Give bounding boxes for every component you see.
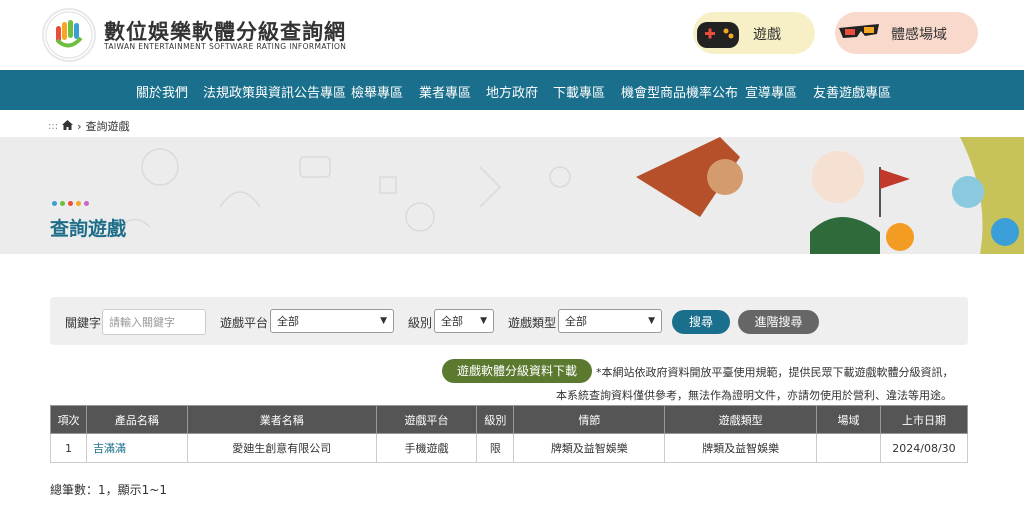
cell-index: 1 [50,433,87,463]
accesskey-marker[interactable]: ::: [48,121,58,132]
chevron-right-icon: › [77,119,82,133]
nav-friendly-games[interactable]: 友善遊戲專區 [813,82,891,101]
3d-glasses-icon [835,14,885,58]
result-count: 總筆數：1，顯示1~1 [50,483,167,497]
type-select[interactable]: 全部 ▼ [558,309,662,333]
cell-rating: 限 [476,433,515,463]
breadcrumb-current[interactable]: 查詢遊戲 [86,118,130,134]
nav-report[interactable]: 檢舉專區 [351,82,403,101]
col-index: 項次 [50,405,87,434]
rating-select[interactable]: 全部 ▼ [434,309,494,333]
vr-venue-link[interactable]: 體感場域 [835,12,978,54]
table-header-row: 項次 產品名稱 業者名稱 遊戲平台 級別 情節 遊戲類型 場域 上市日期 [50,405,969,434]
col-content: 情節 [513,405,666,434]
keyword-input[interactable]: 請輸入關鍵字 [102,309,206,335]
cell-release-date: 2024/08/30 [879,433,969,463]
col-game-type: 遊戲類型 [664,405,818,434]
vr-venue-link-label: 體感場域 [891,27,947,43]
col-platform: 遊戲平台 [375,405,478,434]
nav-about[interactable]: 關於我們 [136,82,188,101]
search-button[interactable]: 搜尋 [672,310,730,334]
page-banner: 查詢遊戲 [0,137,1024,254]
banner-dots [52,201,89,206]
chevron-down-icon: ▼ [480,316,487,326]
col-venue: 場域 [816,405,881,434]
cell-content: 牌類及益智娛樂 [513,433,666,463]
rating-label: 級別 [408,316,433,330]
keyword-placeholder: 請輸入關鍵字 [109,316,175,329]
cell-platform: 手機遊戲 [375,433,478,463]
col-release-date: 上市日期 [879,405,969,434]
game-link[interactable]: 遊戲 [693,12,815,54]
main-nav: 關於我們 法規政策與資訊公告專區 檢舉專區 業者專區 地方政府 下載專區 機會型… [0,70,1024,110]
type-label: 遊戲類型 [508,316,557,330]
game-link-label: 遊戲 [753,27,781,43]
type-selected: 全部 [565,315,587,328]
nav-downloads[interactable]: 下載專區 [553,82,605,101]
cell-venue [816,433,881,463]
site-header: 數位娛樂軟體分級查詢網 TAIWAN ENTERTAINMENT SOFTWAR… [0,0,1024,70]
site-logo-icon[interactable] [42,8,96,62]
nav-local-government[interactable]: 地方政府 [486,82,538,101]
col-company: 業者名稱 [186,405,377,434]
advanced-search-button[interactable]: 進階搜尋 [738,310,819,334]
col-product-name: 產品名稱 [85,405,188,434]
cell-game-type: 牌類及益智娛樂 [664,433,818,463]
gamepad-icon [693,14,745,58]
download-data-button[interactable]: 遊戲軟體分級資料下載 [442,359,592,383]
platform-selected: 全部 [277,315,299,328]
product-name-link[interactable]: 吉滿滿 [85,433,188,463]
site-subtitle: TAIWAN ENTERTAINMENT SOFTWARE RATING INF… [104,42,347,51]
nav-business[interactable]: 業者專區 [419,82,471,101]
platform-label: 遊戲平台 [220,316,269,330]
disclaimer-notice: 本系統查詢資料僅供參考，無法作為證明文件，亦請勿使用於營利、違法等用途。 [556,389,952,402]
chevron-down-icon: ▼ [380,316,387,326]
home-icon[interactable] [62,119,74,133]
rating-selected: 全部 [441,315,463,328]
col-rating: 級別 [476,405,515,434]
nav-promotion[interactable]: 宣導專區 [745,82,797,101]
nav-regulations[interactable]: 法規政策與資訊公告專區 [203,82,346,101]
nav-probability[interactable]: 機會型商品機率公布 [621,82,738,101]
page-title: 查詢遊戲 [50,218,127,240]
chevron-down-icon: ▼ [648,316,655,326]
keyword-label: 關鍵字 [65,316,102,330]
banner-illustration [119,137,1024,254]
results-table: 項次 產品名稱 業者名稱 遊戲平台 級別 情節 遊戲類型 場域 上市日期 1 吉… [50,405,969,463]
cell-company: 愛廸生創意有限公司 [186,433,377,463]
breadcrumb: ::: › 查詢遊戲 [48,118,130,134]
table-row: 1 吉滿滿 愛廸生創意有限公司 手機遊戲 限 牌類及益智娛樂 牌類及益智娛樂 2… [50,433,969,463]
open-data-notice: *本網站依政府資料開放平臺使用規範，提供民眾下載遊戲軟體分級資訊， [596,366,954,379]
search-panel: 關鍵字 請輸入關鍵字 遊戲平台 全部 ▼ 級別 全部 ▼ 遊戲類型 全部 ▼ 搜… [50,297,968,345]
platform-select[interactable]: 全部 ▼ [270,309,394,333]
